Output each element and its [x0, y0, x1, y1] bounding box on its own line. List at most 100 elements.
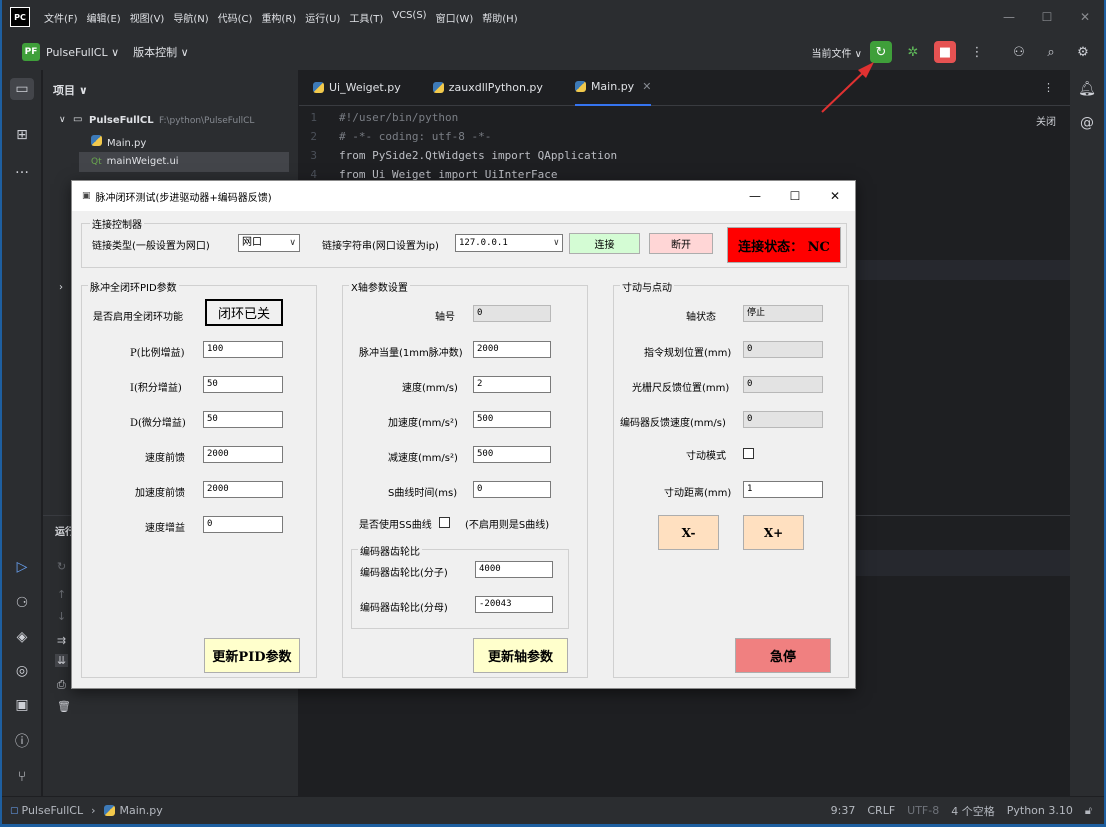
wrap-icon[interactable]: ⇉ — [57, 634, 66, 647]
tab-zauxdll[interactable]: zauxdllPython.py — [432, 70, 543, 106]
accel-input[interactable]: 500 — [473, 411, 551, 428]
close-hint[interactable]: 关闭 — [1036, 113, 1056, 128]
folder-icon: ▭ — [73, 114, 83, 125]
axis-state-label: 轴状态 — [686, 312, 716, 323]
speed-ff-input[interactable]: 2000 — [203, 446, 283, 463]
close-icon[interactable]: ✕ — [815, 181, 855, 211]
arrow-up-icon[interactable]: ↑ — [57, 588, 66, 601]
update-axis-button[interactable]: 更新轴参数 — [473, 638, 568, 673]
gear-denominator-label: 编码器齿轮比(分母) — [360, 603, 448, 614]
decel-input[interactable]: 500 — [473, 446, 551, 463]
ai-assistant-icon[interactable]: @ — [1075, 112, 1099, 134]
layers-icon[interactable]: ◈ — [10, 626, 34, 648]
update-pid-button[interactable]: 更新PID参数 — [204, 638, 300, 673]
close-icon[interactable]: ✕ — [1066, 0, 1104, 34]
i-gain-input[interactable]: 50 — [203, 376, 283, 393]
gear-numerator-input[interactable]: 4000 — [475, 561, 553, 578]
python-file-icon — [103, 805, 115, 816]
menu-file[interactable]: 文件(F) — [44, 10, 78, 25]
accel-ff-input[interactable]: 2000 — [203, 481, 283, 498]
run-tool-icon[interactable]: ▷ — [10, 556, 34, 578]
menu-view[interactable]: 视图(V) — [130, 10, 165, 25]
menu-help[interactable]: 帮助(H) — [482, 10, 517, 25]
pulse-units-input[interactable]: 2000 — [473, 341, 551, 358]
command-pos-value: 0 — [743, 341, 823, 358]
interpreter[interactable]: Python 3.10 — [1007, 804, 1073, 817]
indent-setting[interactable]: 4 个空格 — [951, 803, 995, 819]
menu-code[interactable]: 代码(C) — [218, 10, 253, 25]
more-tools-icon[interactable]: … — [10, 158, 34, 180]
jog-minus-button[interactable]: X- — [658, 515, 719, 550]
line-ending[interactable]: CRLF — [867, 804, 895, 817]
search-icon[interactable]: ⌕ — [1040, 41, 1062, 63]
jog-plus-button[interactable]: X+ — [743, 515, 804, 550]
tabs-menu-icon[interactable]: ⋮ — [1043, 81, 1054, 94]
file-encoding[interactable]: UTF-8 — [907, 804, 939, 817]
problems-icon[interactable]: ⓘ — [10, 730, 34, 752]
gear-denominator-input[interactable]: -20043 — [475, 596, 553, 613]
tree-root[interactable]: PulseFullCL — [89, 115, 154, 126]
menu-navigate[interactable]: 导航(N) — [173, 10, 208, 25]
menu-window[interactable]: 窗口(W) — [436, 10, 474, 25]
arrow-down-icon[interactable]: ↓ — [57, 610, 66, 623]
maximize-icon[interactable]: ☐ — [1028, 0, 1066, 34]
project-panel-title[interactable]: 项目 ∨ — [53, 82, 88, 98]
minimize-icon[interactable]: — — [735, 181, 775, 211]
p-gain-input[interactable]: 100 — [203, 341, 283, 358]
closed-loop-toggle-button[interactable]: 闭环已关 — [205, 299, 283, 326]
line-number: 2 — [310, 130, 317, 143]
axis-number-input[interactable]: 0 — [473, 305, 551, 322]
close-tab-icon[interactable]: ✕ — [642, 80, 651, 93]
menu-refactor[interactable]: 重构(R) — [261, 10, 296, 25]
rerun-panel-icon[interactable]: ↻ — [57, 560, 66, 573]
tree-file-ui[interactable]: Qt mainWeiget.ui — [91, 156, 179, 167]
lock-icon[interactable]: 🔓︎ — [1085, 804, 1092, 818]
python-console-icon[interactable]: ⚆ — [10, 592, 34, 614]
connect-button[interactable]: 连接 — [569, 233, 640, 254]
emergency-stop-button[interactable]: 急停 — [735, 638, 831, 673]
tab-main[interactable]: Main.py ✕ — [574, 70, 652, 106]
speed-input[interactable]: 2 — [473, 376, 551, 393]
chevron-right-icon[interactable]: › — [59, 282, 63, 293]
services-icon[interactable]: ◎ — [10, 660, 34, 682]
jog-mode-checkbox[interactable] — [743, 448, 754, 459]
code-view[interactable]: 1 #!/user/bin/python 2 # -*- coding: utf-8… — [299, 108, 617, 184]
scroll-end-icon[interactable]: ⇊ — [55, 654, 69, 667]
run-config-selector[interactable]: 当前文件 ∨ — [812, 45, 863, 60]
tree-file-main[interactable]: Main.py — [91, 135, 146, 149]
breadcrumb-project[interactable]: PulseFullCL — [22, 804, 84, 817]
link-string-select[interactable]: 127.0.0.1 ∨ — [455, 234, 563, 252]
structure-tool-icon[interactable]: ⊞ — [10, 124, 34, 146]
debug-icon[interactable]: ✲ — [902, 41, 924, 63]
project-selector[interactable]: PulseFullCL ∨ — [46, 46, 119, 59]
link-type-select[interactable]: 网口 ∨ — [238, 234, 300, 252]
cursor-position[interactable]: 9:37 — [831, 804, 856, 817]
add-user-icon[interactable]: ⚇ — [1008, 41, 1030, 63]
menu-run[interactable]: 运行(U) — [305, 10, 340, 25]
menu-tools[interactable]: 工具(T) — [349, 10, 383, 25]
project-tool-icon[interactable]: ▭ — [10, 78, 34, 100]
s-curve-input[interactable]: 0 — [473, 481, 551, 498]
disconnect-button[interactable]: 断开 — [649, 233, 713, 254]
speed-gain-input[interactable]: 0 — [203, 516, 283, 533]
menu-vcs[interactable]: VCS(S) — [392, 10, 426, 25]
stop-icon[interactable]: ■ — [934, 41, 956, 63]
editor-tabs: Ui_Weiget.py zauxdllPython.py Main.py ✕ ⋮ — [299, 70, 1070, 106]
minimize-icon[interactable]: — — [990, 0, 1028, 34]
git-icon[interactable]: ⑂ — [10, 766, 34, 788]
settings-icon[interactable]: ⚙ — [1072, 41, 1094, 63]
print-icon[interactable]: ⎙ — [57, 678, 66, 692]
notifications-icon[interactable]: 🔔︎ — [1075, 78, 1099, 100]
trash-icon[interactable]: 🗑︎ — [57, 700, 71, 713]
vcs-menu[interactable]: 版本控制 ∨ — [133, 44, 189, 60]
maximize-icon[interactable]: ☐ — [775, 181, 815, 211]
ss-curve-checkbox[interactable] — [439, 517, 450, 528]
terminal-icon[interactable]: ▣ — [10, 694, 34, 716]
tab-ui-weiget[interactable]: Ui_Weiget.py — [313, 70, 401, 106]
d-gain-input[interactable]: 50 — [203, 411, 283, 428]
jog-distance-input[interactable]: 1 — [743, 481, 823, 498]
breadcrumb-file[interactable]: Main.py — [120, 804, 163, 817]
menu-edit[interactable]: 编辑(E) — [87, 10, 121, 25]
more-icon[interactable]: ⋮ — [966, 41, 988, 63]
chevron-down-icon[interactable]: ∨ — [59, 115, 66, 125]
